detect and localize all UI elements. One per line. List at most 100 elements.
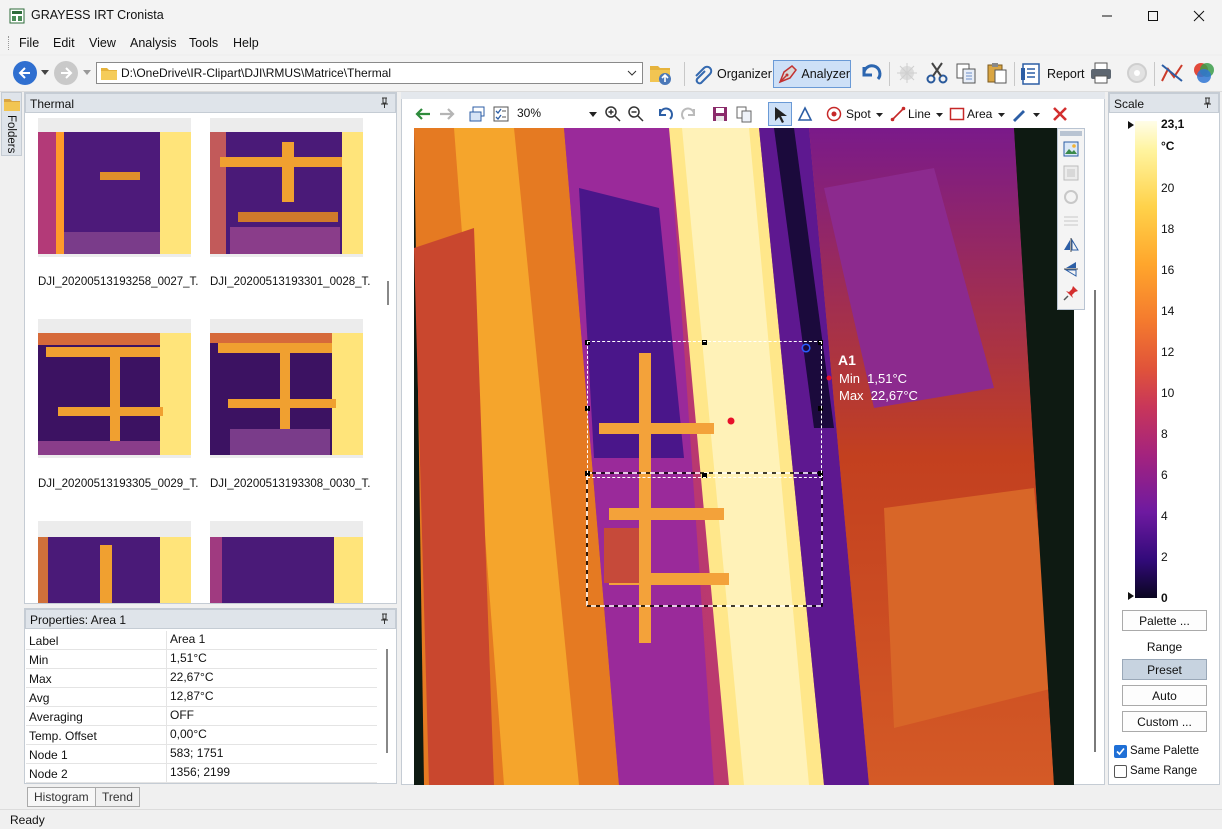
flip-horizontal-icon[interactable] bbox=[1063, 237, 1079, 253]
undo-icon[interactable] bbox=[656, 105, 674, 123]
delete-icon[interactable] bbox=[1052, 106, 1068, 122]
image-icon[interactable] bbox=[1063, 141, 1079, 157]
redo-icon bbox=[681, 107, 695, 120]
scale-panel-title: Scale bbox=[1114, 97, 1145, 111]
pin-icon[interactable] bbox=[1203, 97, 1212, 109]
copy-icon[interactable] bbox=[735, 105, 753, 123]
undo-button[interactable] bbox=[858, 61, 884, 85]
folder-up-button[interactable] bbox=[648, 60, 674, 86]
minimize-button[interactable] bbox=[1084, 0, 1130, 32]
property-key: Temp. Offset bbox=[29, 729, 97, 743]
thumbnail-item[interactable] bbox=[38, 319, 191, 458]
property-row: Max 22,67°C bbox=[26, 669, 377, 688]
menu-tools[interactable]: Tools bbox=[189, 36, 218, 50]
analyzer-button[interactable]: Analyzer bbox=[773, 60, 851, 88]
toolbar-grip bbox=[1060, 131, 1082, 136]
maximize-icon bbox=[1148, 11, 1158, 21]
print-button[interactable] bbox=[1089, 61, 1113, 85]
area-label-max: Max 22,67°C bbox=[839, 388, 918, 403]
menu-file[interactable]: File bbox=[19, 36, 39, 50]
spot-tool-button[interactable]: Spot bbox=[824, 104, 886, 124]
auto-button[interactable]: Auto bbox=[1122, 685, 1207, 706]
color-drop-icon bbox=[1194, 63, 1214, 83]
property-value[interactable]: 583; 1751 bbox=[170, 746, 223, 760]
thumbnail-item[interactable] bbox=[38, 118, 191, 257]
palette-app-button[interactable] bbox=[1192, 61, 1216, 85]
thermal-thumbnail bbox=[210, 537, 363, 603]
range-min-handle-icon[interactable] bbox=[1128, 592, 1134, 600]
custom-button[interactable]: Custom ... bbox=[1122, 711, 1207, 732]
menu-help[interactable]: Help bbox=[233, 36, 259, 50]
draw-tool-button[interactable] bbox=[1009, 104, 1049, 124]
organizer-button[interactable]: Organizer bbox=[690, 60, 772, 88]
paste-button[interactable] bbox=[985, 61, 1009, 85]
pin-icon[interactable] bbox=[1063, 285, 1079, 301]
property-value[interactable]: 22,67°C bbox=[170, 670, 214, 684]
thumbnail-label: DJI_20200513193308_0030_T... bbox=[210, 478, 370, 490]
range-max-handle-icon[interactable] bbox=[1128, 121, 1134, 129]
tab-histogram[interactable]: Histogram bbox=[27, 787, 96, 807]
preset-button[interactable]: Preset bbox=[1122, 659, 1207, 680]
pin-icon[interactable] bbox=[380, 613, 389, 625]
image-side-toolbar bbox=[1057, 128, 1085, 310]
thumbnail-scrollbar[interactable] bbox=[387, 281, 389, 305]
save-icon[interactable] bbox=[711, 105, 729, 123]
same-palette-checkbox[interactable] bbox=[1114, 745, 1127, 758]
thumbnail-item[interactable] bbox=[38, 521, 191, 603]
copy-button[interactable] bbox=[954, 61, 978, 85]
properties-scrollbar[interactable] bbox=[386, 649, 388, 753]
chevron-down-icon[interactable] bbox=[627, 70, 637, 76]
select-tool-button[interactable] bbox=[768, 102, 792, 126]
path-combobox[interactable]: D:\OneDrive\IR-Clipart\DJI\RMUS\Matrice\… bbox=[96, 62, 643, 84]
graph-tool-button[interactable] bbox=[1160, 61, 1184, 85]
thumbnail-item[interactable] bbox=[210, 118, 363, 257]
menu-view[interactable]: View bbox=[89, 36, 116, 50]
maximize-button[interactable] bbox=[1130, 0, 1176, 32]
zoom-combobox[interactable]: 30% bbox=[513, 104, 599, 124]
menu-edit[interactable]: Edit bbox=[53, 36, 75, 50]
property-value[interactable]: 0,00°C bbox=[170, 727, 207, 741]
property-value[interactable]: Area 1 bbox=[170, 632, 205, 646]
thermal-thumbnail bbox=[38, 132, 191, 254]
thumbnail-item[interactable] bbox=[210, 521, 363, 603]
arrow-left-icon[interactable] bbox=[414, 106, 432, 122]
chevron-down-icon bbox=[1033, 113, 1040, 117]
area-1-rectangle[interactable] bbox=[587, 341, 822, 478]
property-value[interactable]: 1356; 2199 bbox=[170, 765, 230, 779]
folders-side-tab[interactable]: Folders bbox=[1, 92, 22, 156]
property-value[interactable]: OFF bbox=[170, 708, 194, 722]
forward-dropdown-arrow[interactable] bbox=[83, 70, 91, 76]
pen-icon bbox=[1013, 110, 1025, 122]
delta-icon[interactable] bbox=[797, 106, 813, 122]
checklist-icon[interactable] bbox=[492, 105, 510, 123]
flip-vertical-icon[interactable] bbox=[1063, 261, 1079, 277]
view-scrollbar[interactable] bbox=[1094, 290, 1096, 752]
property-value[interactable]: 12,87°C bbox=[170, 689, 214, 703]
zoom-out-icon[interactable] bbox=[627, 105, 645, 123]
window-icon[interactable] bbox=[468, 105, 486, 123]
menu-grip bbox=[8, 36, 10, 50]
area-label: Area bbox=[967, 107, 993, 121]
palette-button[interactable]: Palette ... bbox=[1122, 610, 1207, 631]
close-button[interactable] bbox=[1176, 0, 1222, 32]
tab-trend[interactable]: Trend bbox=[95, 787, 140, 807]
line-tool-button[interactable]: Line bbox=[888, 104, 946, 124]
menu-analysis[interactable]: Analysis bbox=[130, 36, 177, 50]
back-dropdown-arrow[interactable] bbox=[41, 70, 49, 76]
same-range-checkbox[interactable] bbox=[1114, 765, 1127, 778]
thumbnail-item[interactable] bbox=[210, 319, 363, 458]
copy-icon bbox=[956, 63, 976, 84]
scale-max-label: 23,1 bbox=[1161, 117, 1185, 131]
report-button[interactable]: Report bbox=[1019, 60, 1085, 88]
area-tool-button[interactable]: Area bbox=[947, 104, 1007, 124]
property-key: Max bbox=[29, 672, 52, 686]
pin-icon[interactable] bbox=[380, 97, 389, 109]
property-row: Avg 12,87°C bbox=[26, 688, 377, 707]
zoom-in-icon[interactable] bbox=[604, 105, 622, 123]
back-button[interactable] bbox=[13, 61, 37, 85]
cut-button[interactable] bbox=[925, 61, 949, 85]
window-title: GRAYESS IRT Cronista bbox=[31, 8, 164, 22]
forward-button[interactable] bbox=[54, 61, 78, 85]
cursor-icon bbox=[775, 107, 787, 123]
property-value[interactable]: 1,51°C bbox=[170, 651, 207, 665]
